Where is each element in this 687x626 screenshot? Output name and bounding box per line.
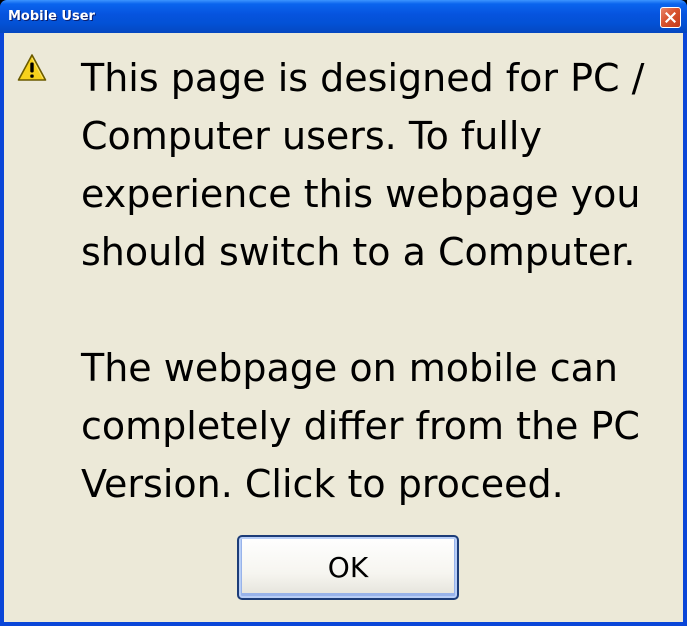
close-button[interactable] [660,7,681,28]
close-icon [665,12,676,23]
dialog-window: Mobile User This page is designed for PC… [0,0,687,626]
window-title: Mobile User [8,9,95,24]
dialog-message: This page is designed for PC / Computer … [81,49,679,513]
message-paragraph-1: This page is designed for PC / Computer … [81,56,645,274]
message-paragraph-2: The webpage on mobile can completely dif… [81,346,640,506]
warning-icon [17,54,47,81]
title-bar[interactable]: Mobile User [0,0,687,33]
ok-button[interactable]: OK [237,535,459,600]
dialog-body: This page is designed for PC / Computer … [4,33,683,622]
